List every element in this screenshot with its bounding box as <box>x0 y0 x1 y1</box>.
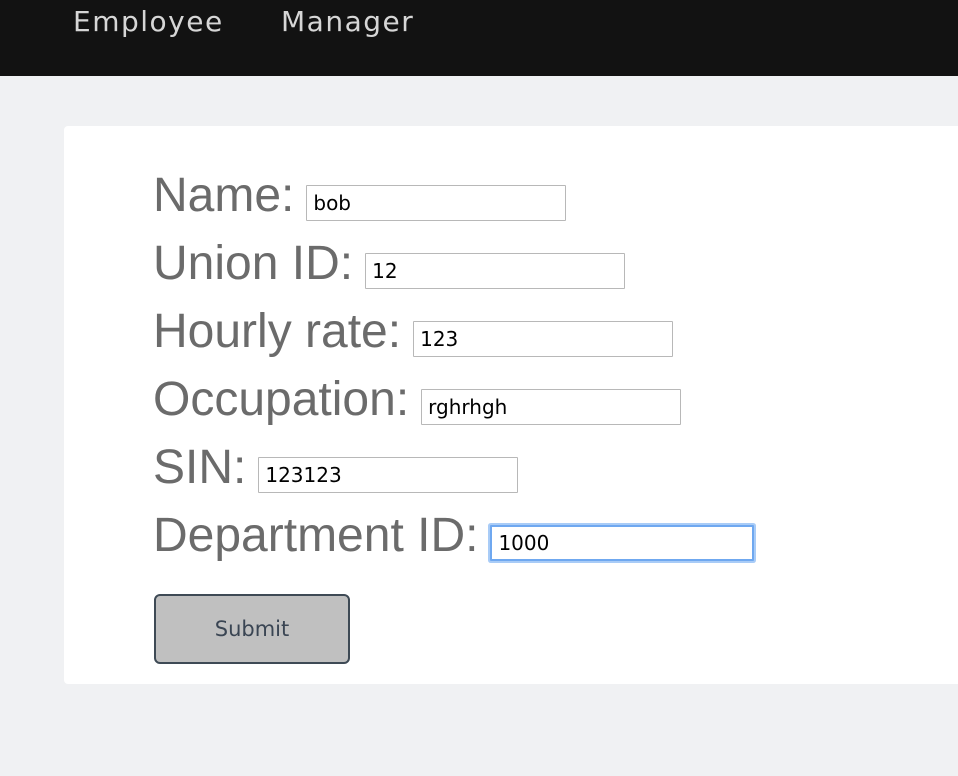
name-label: Name: <box>153 169 295 222</box>
department-id-label: Department ID: <box>153 509 479 562</box>
hourly-rate-field-row: Hourly rate: <box>153 302 674 362</box>
occupation-field-row: Occupation: <box>153 370 682 430</box>
occupation-input[interactable] <box>421 389 682 425</box>
sin-label: SIN: <box>153 441 247 494</box>
sin-input[interactable] <box>258 457 519 493</box>
hourly-rate-label: Hourly rate: <box>153 305 402 358</box>
union-id-label: Union ID: <box>153 237 354 290</box>
submit-button[interactable]: Submit <box>154 594 350 664</box>
name-field-row: Name: <box>153 166 567 226</box>
top-navbar: Employee Manager <box>0 0 958 76</box>
sin-field-row: SIN: <box>153 438 519 498</box>
occupation-label: Occupation: <box>153 373 410 426</box>
union-id-field-row: Union ID: <box>153 234 626 294</box>
union-id-input[interactable] <box>365 253 626 289</box>
department-id-input[interactable] <box>490 525 755 561</box>
nav-link-manager[interactable]: Manager <box>281 4 414 40</box>
hourly-rate-input[interactable] <box>413 321 674 357</box>
nav-link-employee[interactable]: Employee <box>73 4 224 40</box>
department-id-field-row: Department ID: <box>153 506 755 566</box>
name-input[interactable] <box>306 185 567 221</box>
employee-form-card: Name: Union ID: Hourly rate: Occupation:… <box>64 126 958 684</box>
